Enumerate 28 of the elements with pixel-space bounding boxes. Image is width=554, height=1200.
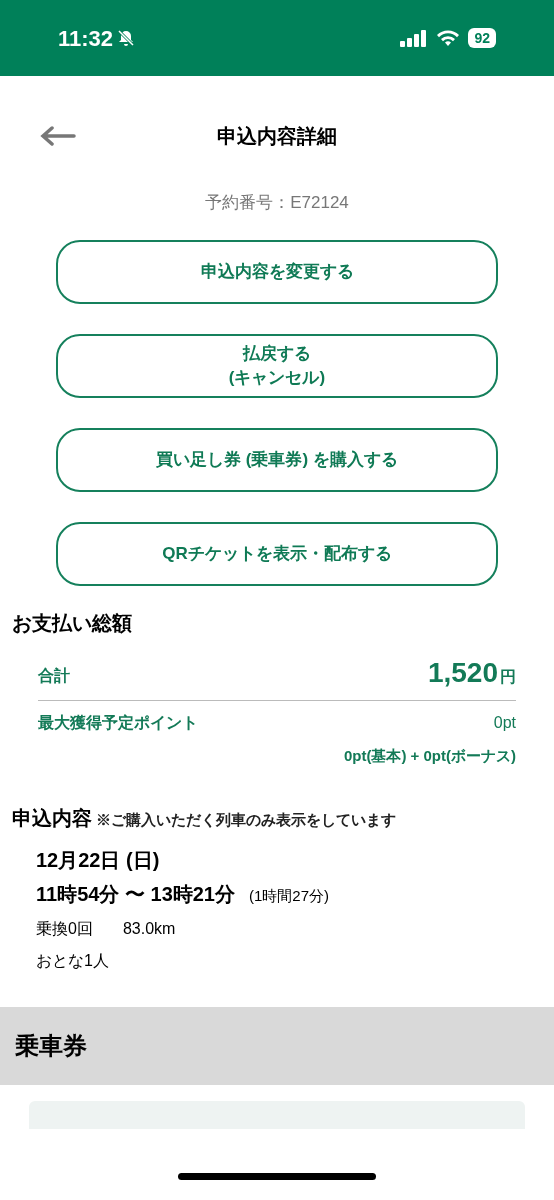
bell-muted-icon xyxy=(117,29,136,47)
duration-text: (1時間27分) xyxy=(249,886,330,906)
wifi-icon xyxy=(436,29,461,47)
points-label: 最大獲得予定ポイント xyxy=(38,712,198,733)
section-heading: 申込内容 xyxy=(12,806,92,831)
reservation-number: 予約番号：E72124 xyxy=(204,192,350,214)
currency-unit: 円 xyxy=(500,666,516,687)
back-arrow-icon[interactable] xyxy=(40,126,76,146)
action-button[interactable]: QRチケットを表示・配布する xyxy=(56,521,498,586)
clock: 11:32 xyxy=(58,24,114,53)
action-button[interactable]: 申込内容を変更する xyxy=(56,239,498,304)
page-title: 申込内容詳細 xyxy=(217,124,337,149)
passengers-text: おとな1人 xyxy=(36,951,110,971)
time-range: 11時54分 〜 13時21分 xyxy=(36,882,235,907)
points-breakdown: 0pt(基本) + 0pt(ボーナス) xyxy=(343,745,516,766)
distance-text: 83.0km xyxy=(122,919,176,939)
battery-indicator: 92 xyxy=(468,28,496,48)
transfers-text: 乗換0回 xyxy=(36,919,93,939)
points-value: 0pt xyxy=(493,712,516,733)
section-heading: お支払い総額 xyxy=(11,610,133,636)
section-heading: 乗車券 xyxy=(15,1031,87,1061)
total-amount: 1,520 xyxy=(427,655,498,690)
note-text: ※ご購入いただく列車のみ表示をしています xyxy=(96,810,396,830)
travel-date: 12月22日 (日) xyxy=(36,848,161,873)
total-label: 合計 xyxy=(38,665,70,686)
action-button[interactable]: 払戻する (キャンセル) xyxy=(56,333,498,398)
action-button[interactable]: 買い足し券 (乗車券) を購入する xyxy=(56,427,498,492)
signal-icon xyxy=(400,29,429,47)
